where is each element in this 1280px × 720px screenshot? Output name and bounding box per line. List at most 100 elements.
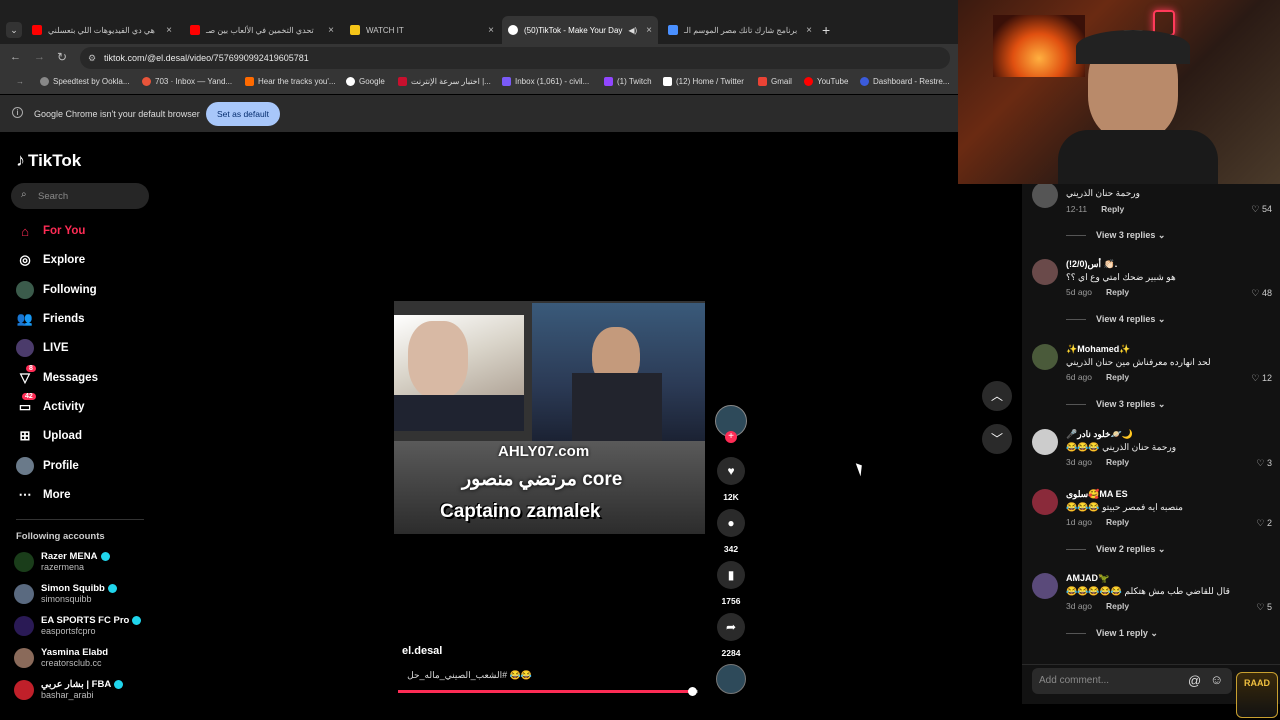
video-progress-thumb[interactable] — [687, 687, 697, 696]
bookmark-item[interactable]: Hear the tracks you'... — [245, 77, 336, 86]
nav-messages[interactable]: ▽ 8 Messages — [16, 365, 98, 387]
soundcloud-icon — [245, 77, 254, 86]
reply-button[interactable]: Reply — [1106, 457, 1129, 467]
following-account[interactable]: Simon Squibb simonsquibb — [14, 583, 117, 604]
close-icon[interactable]: × — [328, 25, 334, 36]
following-account[interactable]: EA SPORTS FC Pro easportsfcpro — [14, 615, 142, 636]
close-icon[interactable]: × — [646, 25, 652, 36]
search-input[interactable]: ⌕ Search — [11, 183, 149, 209]
reply-button[interactable]: Reply — [1106, 517, 1129, 527]
back-icon[interactable]: ← — [10, 51, 21, 63]
browser-tab[interactable]: هي دي الفيديوهات اللي بتعسلني × — [26, 18, 178, 42]
browser-tab-active[interactable]: (50)TikTok - Make Your Day ◀) × — [502, 16, 658, 44]
video-author[interactable]: el.desal — [402, 645, 442, 657]
comment-like[interactable]: ♡ 3 — [1256, 458, 1272, 469]
avatar[interactable] — [1032, 259, 1058, 285]
heart-outline-icon: ♡ — [1251, 288, 1260, 298]
browser-tab[interactable]: برنامج شارك تانك مصر الموسم الـ × — [662, 18, 818, 42]
bookmark-item[interactable]: (12) Home / Twitter — [663, 77, 744, 86]
view-replies-button[interactable]: View 3 replies ⌄ — [1066, 230, 1165, 241]
bookmark-item[interactable]: Speedtest by Ookla... — [40, 77, 130, 86]
following-account[interactable]: Yasmina Elabd creatorsclub.cc — [14, 647, 108, 668]
nav-more[interactable]: ⋯ More — [16, 486, 71, 504]
share-button[interactable]: ➦ — [717, 613, 745, 641]
new-tab-button[interactable]: + — [822, 22, 830, 38]
close-icon[interactable]: × — [166, 25, 172, 36]
mention-icon[interactable]: @ — [1188, 673, 1201, 688]
tiktok-logo[interactable]: ♪ TikTok — [16, 150, 81, 171]
reply-button[interactable]: Reply — [1106, 372, 1129, 382]
comment-user[interactable]: سلوى🥰MA ES — [1066, 489, 1128, 500]
reply-button[interactable]: Reply — [1101, 204, 1124, 214]
close-icon[interactable]: × — [806, 25, 812, 36]
video-player[interactable]: AHLY07.com مرتضي منصور core Captaino zam… — [394, 301, 705, 534]
following-account[interactable]: بشار عربي | FBA bashar_arabi — [14, 679, 124, 700]
nav-following[interactable]: Following — [16, 281, 97, 299]
apps-icon[interactable]: → — [16, 77, 24, 86]
add-comment-input[interactable]: Add comment... @ ☺ — [1032, 668, 1232, 694]
forward-icon[interactable]: → — [34, 51, 45, 63]
close-icon[interactable]: × — [488, 25, 494, 36]
nav-for-you[interactable]: ⌂ For You — [16, 222, 85, 240]
avatar[interactable] — [1032, 182, 1058, 208]
follow-plus-icon[interactable]: + — [725, 431, 737, 443]
nav-upload[interactable]: ⊞ Upload — [16, 427, 82, 445]
account-name: Yasmina Elabd — [41, 647, 109, 658]
avatar[interactable] — [1032, 489, 1058, 515]
nav-explore[interactable]: ◎ Explore — [16, 251, 85, 269]
avatar[interactable] — [1032, 573, 1058, 599]
speaker-icon[interactable]: ◀) — [628, 26, 637, 35]
bookmark-item[interactable]: Gmail — [758, 77, 792, 86]
view-replies-button[interactable]: View 2 replies ⌄ — [1066, 544, 1165, 555]
bookmark-item[interactable]: اختبار سرعة الإنترنت |... — [398, 77, 491, 86]
comment-user[interactable]: ✨Mohamed✨ — [1066, 344, 1130, 355]
nav-profile[interactable]: Profile — [16, 457, 79, 475]
comment-like[interactable]: ♡ 48 — [1251, 288, 1272, 299]
save-button[interactable]: ▮ — [717, 561, 745, 589]
set-as-default-button[interactable]: Set as default — [206, 102, 280, 126]
nav-friends[interactable]: 👥 Friends — [16, 310, 85, 328]
bookmark-item[interactable]: Google — [346, 77, 385, 86]
nav-activity[interactable]: ▭ 42 Activity — [16, 393, 85, 416]
avatar[interactable] — [1032, 429, 1058, 455]
comment-like[interactable]: ♡ 54 — [1251, 204, 1272, 215]
reply-button[interactable]: Reply — [1106, 287, 1129, 297]
address-bar[interactable]: ⚙ tiktok.com/@el.desal/video/75769909924… — [80, 47, 950, 69]
infobar-text: Google Chrome isn't your default browser — [34, 109, 200, 119]
reply-button[interactable]: Reply — [1106, 601, 1129, 611]
account-name: بشار عربي | FBA — [41, 679, 112, 690]
bookmark-label: Google — [359, 77, 385, 86]
browser-tab[interactable]: WATCH IT × — [344, 18, 500, 42]
view-replies-button[interactable]: View 4 replies ⌄ — [1066, 314, 1165, 325]
bookmark-item[interactable]: Dashboard - Restre... — [860, 77, 949, 86]
site-info-icon[interactable]: ⚙ — [88, 47, 96, 69]
bookmark-item[interactable]: Inbox (1,061) - civil... — [502, 77, 589, 86]
nav-live[interactable]: LIVE — [16, 339, 69, 357]
previous-video-button[interactable]: ︿ — [982, 381, 1012, 411]
comment-user[interactable]: AMJAD🦖 — [1066, 573, 1109, 584]
comment-button[interactable]: ● — [717, 509, 745, 537]
stream-badge-logo: RAAD — [1236, 672, 1278, 718]
comment-like[interactable]: ♡ 2 — [1256, 518, 1272, 529]
sound-disc[interactable] — [716, 664, 746, 694]
view-replies-button[interactable]: View 3 replies ⌄ — [1066, 399, 1165, 410]
bookmark-item[interactable]: 703 · Inbox — Yand... — [142, 77, 232, 86]
next-video-button[interactable]: ﹀ — [982, 424, 1012, 454]
emoji-icon[interactable]: ☺ — [1210, 672, 1223, 687]
nav-label: More — [43, 489, 71, 501]
bookmark-item[interactable]: (1) Twitch — [604, 77, 652, 86]
avatar[interactable] — [1032, 344, 1058, 370]
tab-search-button[interactable]: ⌄ — [6, 22, 22, 38]
bookmark-item[interactable]: YouTube — [804, 77, 848, 86]
video-progress-track[interactable] — [398, 690, 698, 693]
view-replies-button[interactable]: View 1 reply ⌄ — [1066, 628, 1158, 639]
reload-icon[interactable]: ↻ — [57, 50, 67, 64]
browser-tab[interactable]: تحدي التخمين في الألعاب بين صـ × — [184, 18, 340, 42]
comment-like[interactable]: ♡ 5 — [1256, 602, 1272, 613]
comment-user[interactable]: 🎤خلود نادر🪐🌙 — [1066, 429, 1133, 440]
view-replies-label: View 1 reply — [1096, 628, 1148, 638]
comment-user[interactable]: أس(2/0!) 👏🏻. — [1066, 259, 1117, 270]
comment-like[interactable]: ♡ 12 — [1251, 373, 1272, 384]
like-button[interactable]: ♥ — [717, 457, 745, 485]
following-account[interactable]: Razer MENA razermena — [14, 551, 110, 572]
